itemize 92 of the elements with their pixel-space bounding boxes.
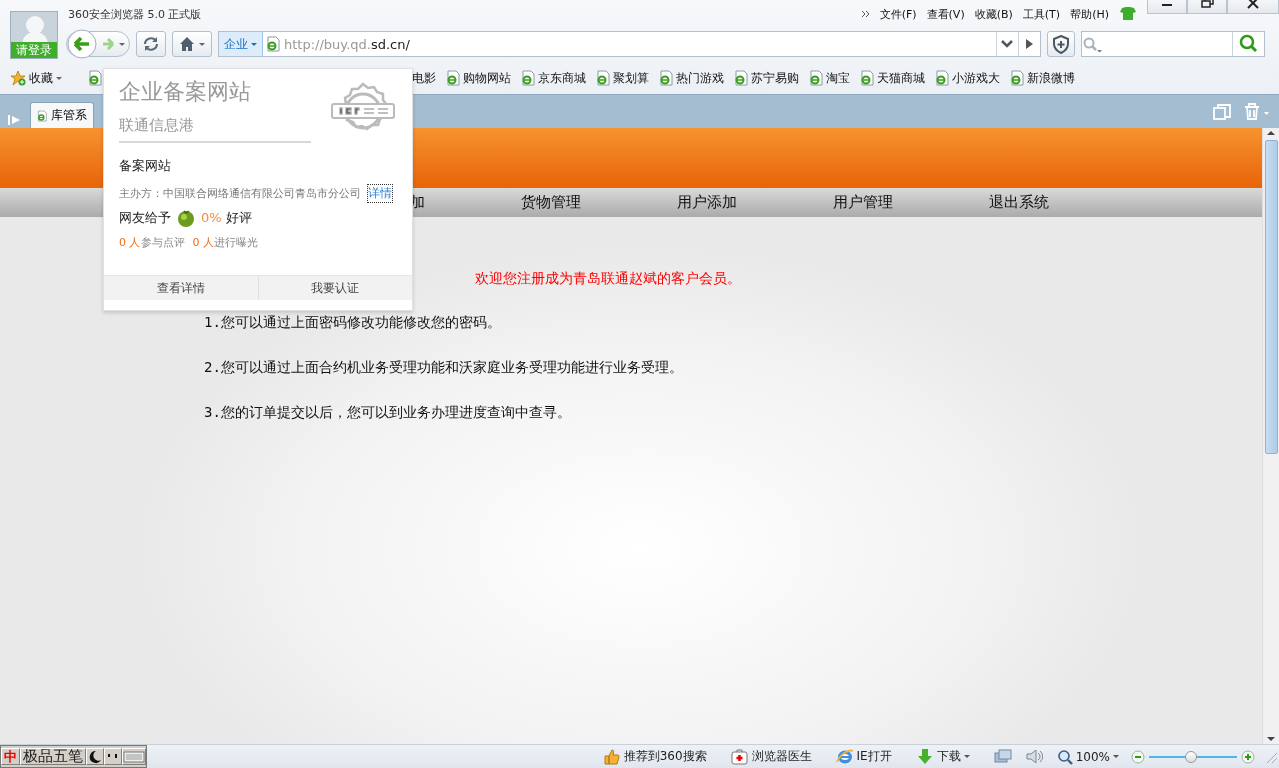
nav-link[interactable]: 退出系统 [989,193,1049,212]
thumbs-up-icon [602,748,621,765]
sidebar-toggle-icon[interactable] [6,112,22,128]
bookmark-item[interactable]: 天猫商城 [860,69,925,87]
caret-icon [1113,755,1121,758]
bookmark-item[interactable]: 电影 [412,69,436,87]
restore-icon [1198,0,1216,10]
home-icon [179,36,195,52]
search-field[interactable] [1081,31,1265,57]
moon-icon[interactable] [87,749,103,764]
page-icon [935,70,949,86]
popup-title: 企业备案网站 [119,78,252,106]
instruction-text: 1.您可以通过上面密码修改功能修改您的密码。 [204,314,501,330]
page-icon [521,70,535,86]
caret-icon[interactable] [119,42,125,46]
windows-icon[interactable] [1213,103,1231,120]
caret-icon [199,42,205,46]
page-icon [446,70,460,86]
refresh-button[interactable] [136,31,166,57]
page-icon [1010,70,1024,86]
download-arrow-icon [915,748,934,765]
address-bar[interactable]: 企业 http://buy.qd.sd.cn/ [218,31,1041,57]
bookmark-item[interactable] [88,70,102,86]
rating-text: 0% 好评 [201,209,252,227]
welcome-message: 欢迎您注册成为青岛联通赵斌的客户会员。 [475,270,741,286]
status-button[interactable]: 浏览器医生 [730,748,812,765]
nav-link[interactable]: 用户管理 [833,193,893,212]
status-button[interactable]: IE打开 [835,748,892,765]
sponsor-text: 主办方：中国联合网络通信有限公司青岛市分公司 [119,186,361,201]
instruction-text: 2.您可以通过上面合约机业务受理功能和沃家庭业务受理功能进行业务受理。 [204,359,683,375]
refresh-icon [142,35,160,53]
chevron-more-icon[interactable] [860,9,870,19]
tomato-icon [177,209,195,227]
shield-icon [1052,34,1070,54]
enterprise-badge[interactable]: 企业 [219,32,263,56]
stat-text: 0 人进行曝光 [192,235,258,250]
ime-name[interactable]: 极品五笔 [20,748,86,765]
security-button[interactable] [1047,31,1075,57]
favorites-star-icon [10,70,26,86]
bookmark-item[interactable]: 购物网站 [446,69,511,87]
section-heading: 备案网站 [119,157,172,175]
nav-link[interactable]: 货物管理 [521,193,581,212]
page-icon [266,36,280,52]
search-engine-icon[interactable] [1082,35,1102,53]
page-icon [860,70,874,86]
caret-icon [251,42,257,46]
status-button[interactable]: 推荐到360搜索 [602,748,707,765]
speaker-icon[interactable] [1025,748,1043,765]
rating-label: 网友给予 [119,209,171,227]
menu-item[interactable]: 帮助(H) [1070,6,1109,22]
page-icon [659,70,673,86]
stat-text: 0 人参与点评 [119,235,185,250]
url-text: http://buy.qd.sd.cn/ [284,36,411,52]
menu-item[interactable]: 查看(V) [926,6,965,22]
page-icon [596,70,610,86]
menu-item[interactable]: 文件(F) [879,6,917,22]
tab[interactable]: 库管系 [30,102,94,128]
browser-globe-icon [835,748,854,765]
nav-link[interactable]: 用户添加 [677,193,737,212]
bookmark-item[interactable]: 聚划算 [596,69,649,87]
zoom-in-icon[interactable] [1241,749,1255,764]
zoom-menu[interactable]: 100% [1056,748,1121,765]
window-title: 360安全浏览器 5.0 正式版 [68,6,203,22]
page-icon [734,70,748,86]
bookmark-item[interactable]: 热门游戏 [659,69,724,87]
trash-icon[interactable] [1243,103,1269,120]
menu-item[interactable]: 工具(T) [1022,6,1061,22]
windows-icon[interactable] [993,749,1012,764]
caret-icon [963,755,970,758]
first-aid-kit-icon [730,748,749,765]
bookmark-item[interactable]: 新浪微博 [1010,69,1075,87]
bookmark-item[interactable]: 京东商城 [521,69,586,87]
zoom-magnifier-icon [1056,748,1073,765]
home-button[interactable] [172,31,212,57]
shirt-icon[interactable] [1119,6,1137,22]
bookmark-item[interactable]: 淘宝 [809,69,850,87]
scrollbar-thumb[interactable] [1264,140,1278,454]
instruction-text: 3.您的订单提交以后，您可以到业务办理进度查询中查寻。 [204,404,571,420]
back-forward-group[interactable] [66,31,130,57]
page-icon [37,107,47,124]
popup-subtitle: 联通信息港 [119,116,311,143]
details-link[interactable]: 详情 [367,184,393,203]
bookmark-item[interactable]: 苏宁易购 [734,69,799,87]
menu-item[interactable]: 收藏(B) [974,6,1013,22]
status-button[interactable]: 下载 [915,748,970,765]
slider-thumb[interactable] [1185,750,1198,763]
page-icon [809,70,823,86]
back-icon[interactable] [67,29,97,59]
favorites-menu[interactable]: 收藏 [10,69,62,87]
zoom-out-icon[interactable] [1131,749,1145,764]
caret-icon [56,76,62,80]
bookmark-item[interactable]: 小游戏大 [935,69,1000,87]
